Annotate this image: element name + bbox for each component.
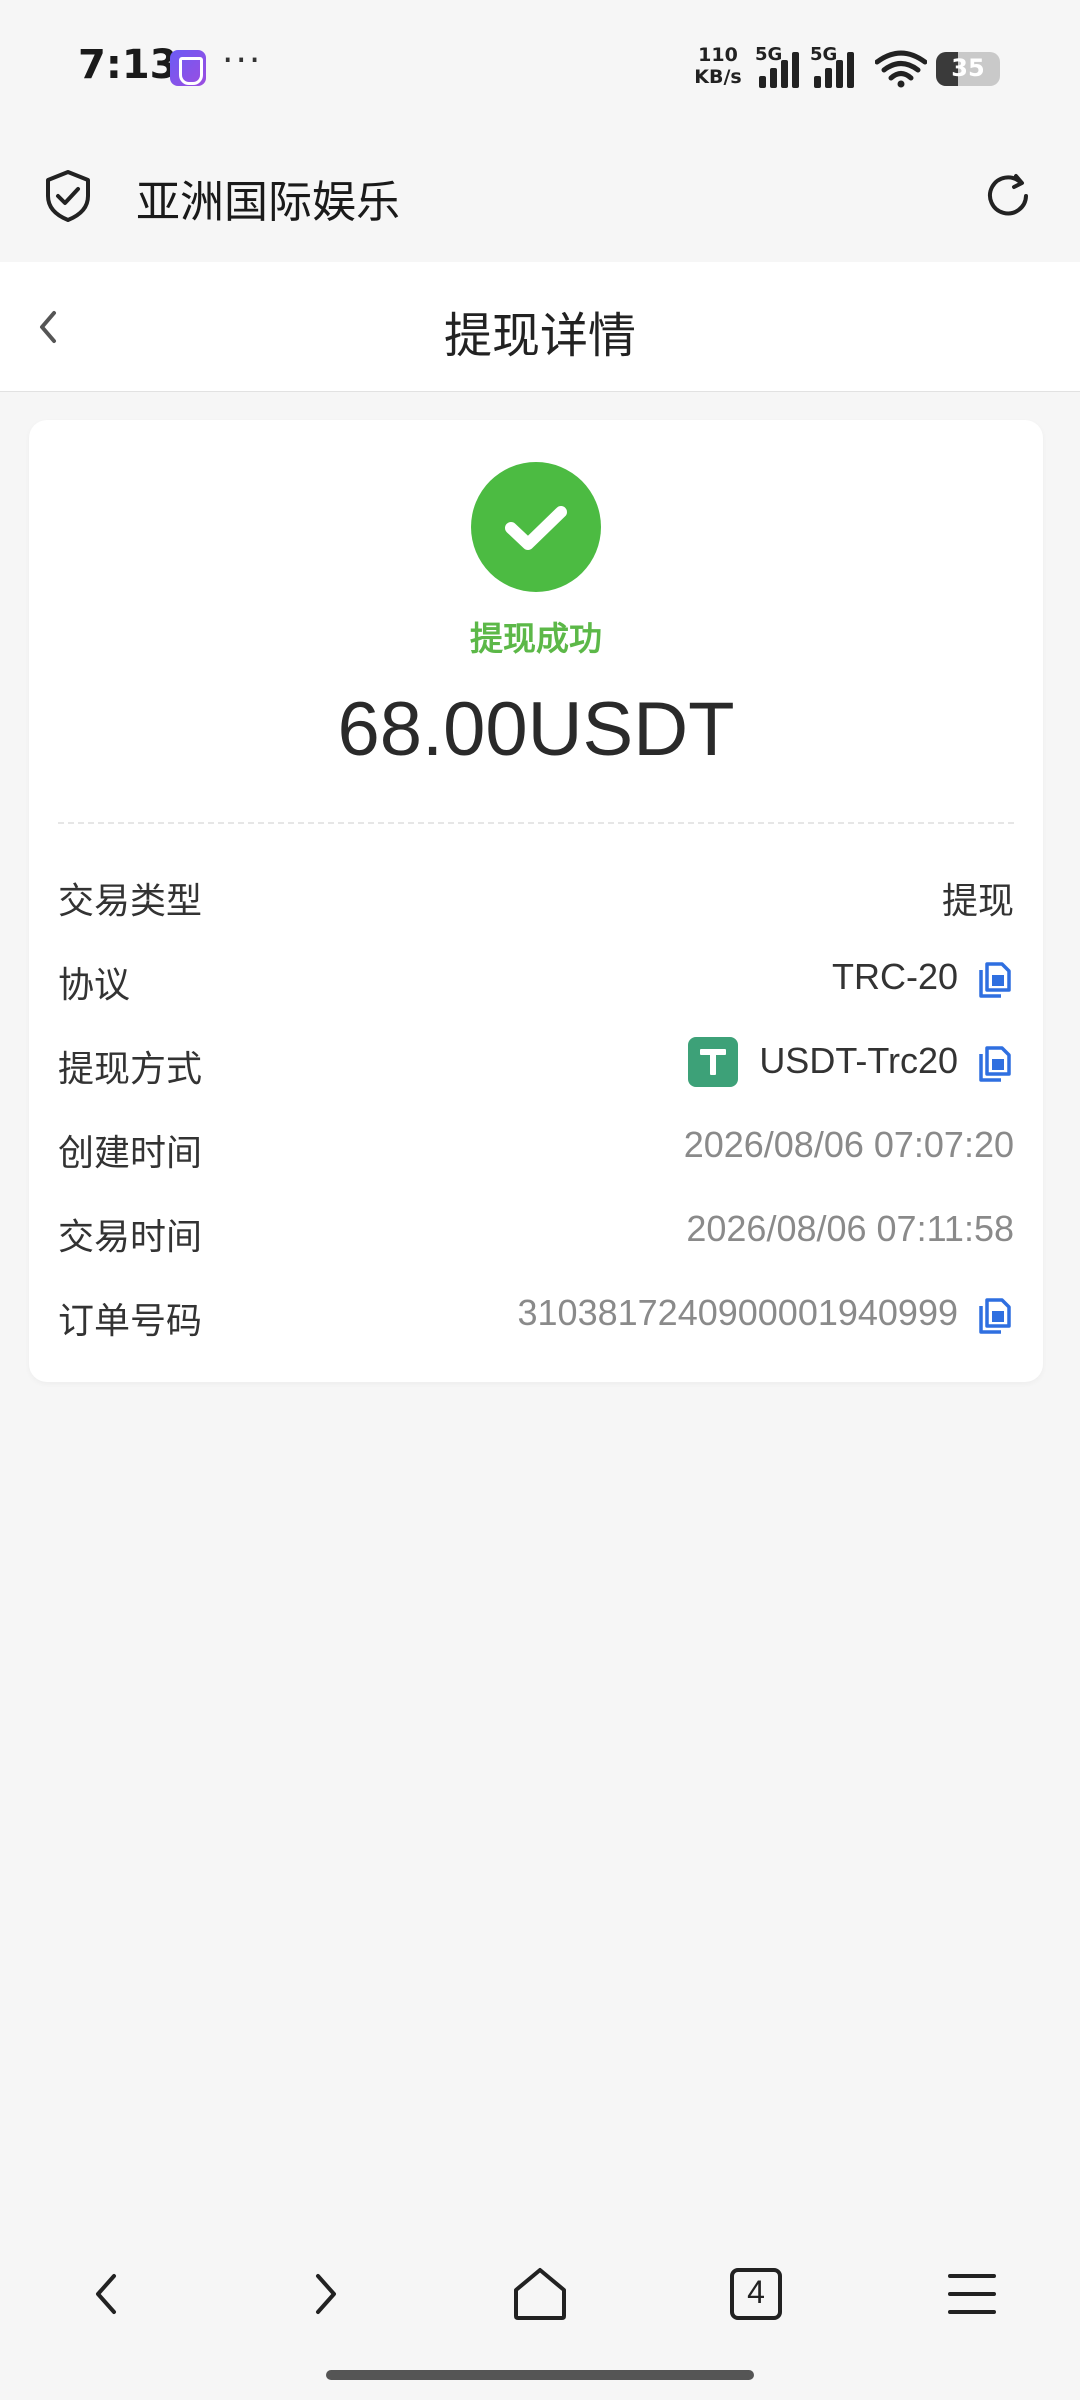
created-label: 创建时间: [58, 1133, 203, 1174]
status-time: 7:13: [78, 42, 178, 88]
detail-row-method: 提现方式 USDT-Trc20: [58, 1032, 1014, 1092]
status-bar: 7:13 ··· 110 KB/s 5G 5G 35: [0, 0, 1080, 130]
page-title: 提现详情: [443, 308, 636, 364]
vpn-app-icon: [170, 50, 206, 86]
battery-icon: 35: [936, 52, 1000, 86]
copy-protocol-icon[interactable]: [974, 960, 1014, 1000]
browser-bottom-nav: 4: [0, 2230, 1080, 2360]
created-value: 2026/08/06 07:07:20: [683, 1124, 1014, 1165]
traded-value: 2026/08/06 07:11:58: [686, 1208, 1014, 1249]
wifi-icon: [875, 50, 927, 88]
type-label: 交易类型: [58, 881, 203, 922]
type-value: 提现: [941, 880, 1014, 921]
more-notifications-icon: ···: [222, 40, 263, 81]
method-value: USDT-Trc20: [759, 1040, 958, 1081]
battery-level: 35: [951, 54, 985, 82]
tabs-count: 4: [747, 2274, 765, 2310]
sim1-network-type: 5G: [755, 44, 783, 65]
browser-header: 亚洲国际娱乐: [0, 130, 1080, 262]
traded-label: 交易时间: [58, 1217, 203, 1258]
nav-back-icon[interactable]: [68, 2254, 148, 2334]
detail-row-created: 创建时间 2026/08/06 07:07:20: [58, 1116, 1014, 1176]
security-shield-icon[interactable]: [40, 168, 96, 224]
protocol-value: TRC-20: [831, 956, 958, 997]
home-indicator[interactable]: [326, 2370, 754, 2380]
order-label: 订单号码: [58, 1301, 203, 1342]
network-speed-value: 110: [698, 44, 738, 66]
signal-sim2-icon: 5G: [810, 44, 870, 88]
copy-method-icon[interactable]: [974, 1044, 1014, 1084]
order-value: 3103817240900001940999: [517, 1292, 958, 1333]
detail-row-protocol: 协议 TRC-20: [58, 948, 1014, 1008]
protocol-label: 协议: [58, 965, 131, 1006]
sim2-network-type: 5G: [810, 44, 838, 65]
detail-row-traded: 交易时间 2026/08/06 07:11:58: [58, 1200, 1014, 1260]
nav-forward-icon[interactable]: [284, 2254, 364, 2334]
page-navbar: 提现详情: [0, 262, 1080, 392]
network-speed: 110 KB/s: [690, 44, 746, 88]
dashed-divider: [58, 822, 1014, 824]
tether-usdt-icon: [688, 1037, 738, 1087]
withdrawal-status: 提现成功: [470, 619, 602, 658]
nav-home-icon[interactable]: [500, 2254, 580, 2334]
method-label: 提现方式: [58, 1049, 203, 1090]
detail-row-order: 订单号码 3103817240900001940999: [58, 1284, 1014, 1344]
copy-order-icon[interactable]: [974, 1296, 1014, 1336]
browser-page-title: 亚洲国际娱乐: [136, 177, 400, 228]
withdrawal-amount: 68.00USDT: [337, 687, 735, 772]
network-speed-unit: KB/s: [694, 66, 742, 88]
nav-menu-icon[interactable]: [932, 2254, 1012, 2334]
success-check-icon: [471, 462, 601, 592]
nav-tabs-button[interactable]: 4: [716, 2254, 796, 2334]
detail-row-type: 交易类型 提现: [58, 864, 1014, 924]
refresh-icon[interactable]: [980, 168, 1036, 224]
signal-sim1-icon: 5G: [755, 44, 815, 88]
withdrawal-detail-card: 提现成功 68.00USDT 交易类型 提现 协议 TRC-20 提现方式 US…: [29, 420, 1043, 1382]
